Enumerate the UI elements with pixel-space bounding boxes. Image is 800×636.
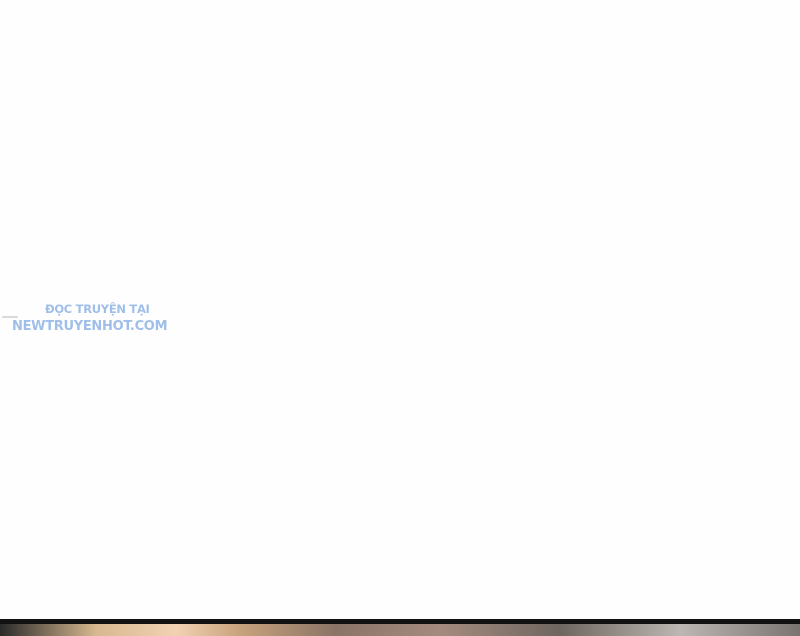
watermark-line-2: NEWTRUYENHOT.COM <box>12 319 168 334</box>
site-watermark: ĐỌC TRUYỆN TẠI NEWTRUYENHOT.COM <box>12 300 192 340</box>
watermark-line-1: ĐỌC TRUYỆN TẠI <box>45 302 150 316</box>
bottom-image-strip <box>0 624 800 636</box>
comic-page: ĐỌC TRUYỆN TẠI NEWTRUYENHOT.COM <box>0 0 800 636</box>
